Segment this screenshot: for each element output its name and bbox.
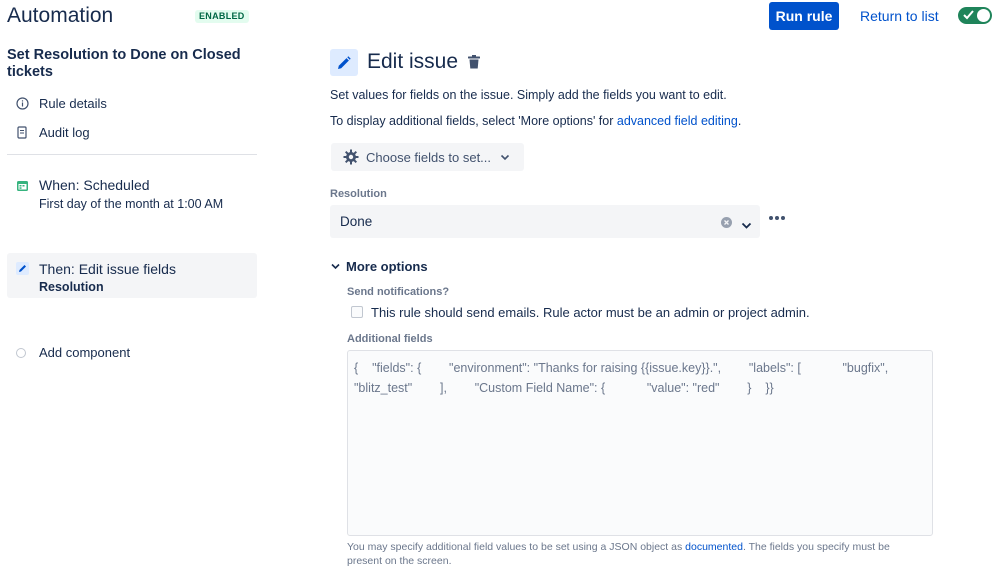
calendar-icon xyxy=(15,178,29,192)
more-options-toggle[interactable]: More options xyxy=(331,259,428,274)
pencil-icon xyxy=(15,261,29,275)
circle-icon xyxy=(16,347,26,358)
toggle-knob xyxy=(977,9,990,22)
rule-name: Set Resolution to Done on Closed tickets xyxy=(7,47,241,80)
run-rule-button[interactable]: Run rule xyxy=(769,2,839,30)
resolution-select[interactable]: Done xyxy=(330,205,760,238)
step-title: Then: Edit issue fields xyxy=(39,261,176,277)
add-component-button[interactable]: Add component xyxy=(16,345,130,360)
step-then-edit-issue-fields[interactable]: Then: Edit issue fields Resolution xyxy=(7,253,257,298)
sidebar-item-label: Rule details xyxy=(39,96,107,111)
clear-icon[interactable] xyxy=(721,216,732,231)
send-notifications-text: This rule should send emails. Rule actor… xyxy=(371,305,810,320)
more-actions-icon[interactable] xyxy=(768,208,786,226)
send-notifications-label: Send notifications? xyxy=(347,286,450,298)
step-subtitle: First day of the month at 1:00 AM xyxy=(39,197,224,211)
step-subtitle: Resolution xyxy=(39,280,104,294)
document-icon xyxy=(15,126,29,140)
more-info-suffix: . xyxy=(737,114,742,128)
send-notifications-checkbox[interactable] xyxy=(351,306,363,318)
status-badge: ENABLED xyxy=(195,10,249,23)
chevron-down-icon[interactable] xyxy=(741,218,752,233)
chevron-down-icon xyxy=(500,154,510,161)
add-component-label: Add component xyxy=(39,345,131,360)
check-icon xyxy=(963,10,974,20)
return-to-list-link[interactable]: Return to list xyxy=(860,8,939,24)
description-text: Set values for fields on the issue. Simp… xyxy=(330,88,727,102)
documented-link[interactable]: documented xyxy=(685,541,743,553)
more-info-prefix: To display additional fields, select 'Mo… xyxy=(330,114,617,128)
step-title: When: Scheduled xyxy=(39,177,150,193)
resolution-value: Done xyxy=(340,214,373,229)
rule-enabled-toggle[interactable] xyxy=(958,7,992,24)
app-title: Automation xyxy=(7,4,114,27)
more-options-label: More options xyxy=(346,259,428,274)
pencil-icon xyxy=(330,49,358,76)
help-prefix: You may specify additional field values … xyxy=(347,541,686,553)
additional-fields-label: Additional fields xyxy=(347,333,433,345)
sidebar-item-audit-log[interactable]: Audit log xyxy=(15,125,90,140)
gear-icon xyxy=(343,149,359,165)
choose-fields-button[interactable]: Choose fields to set... xyxy=(331,143,524,171)
sidebar-divider xyxy=(7,154,257,155)
sidebar-item-label: Audit log xyxy=(39,125,90,140)
sidebar-item-rule-details[interactable]: Rule details xyxy=(15,96,107,111)
advanced-field-editing-link[interactable]: advanced field editing xyxy=(617,114,738,128)
help-text: You may specify additional field values … xyxy=(347,540,927,568)
additional-fields-textarea[interactable]: { "fields": { "environment": "Thanks for… xyxy=(347,350,933,536)
more-info-text: To display additional fields, select 'Mo… xyxy=(330,114,741,128)
info-icon xyxy=(15,97,29,111)
choose-fields-label: Choose fields to set... xyxy=(366,149,492,165)
chevron-down-icon xyxy=(331,263,340,270)
resolution-label: Resolution xyxy=(330,188,387,200)
trash-icon[interactable] xyxy=(466,54,482,75)
page-title: Edit issue xyxy=(367,50,459,73)
